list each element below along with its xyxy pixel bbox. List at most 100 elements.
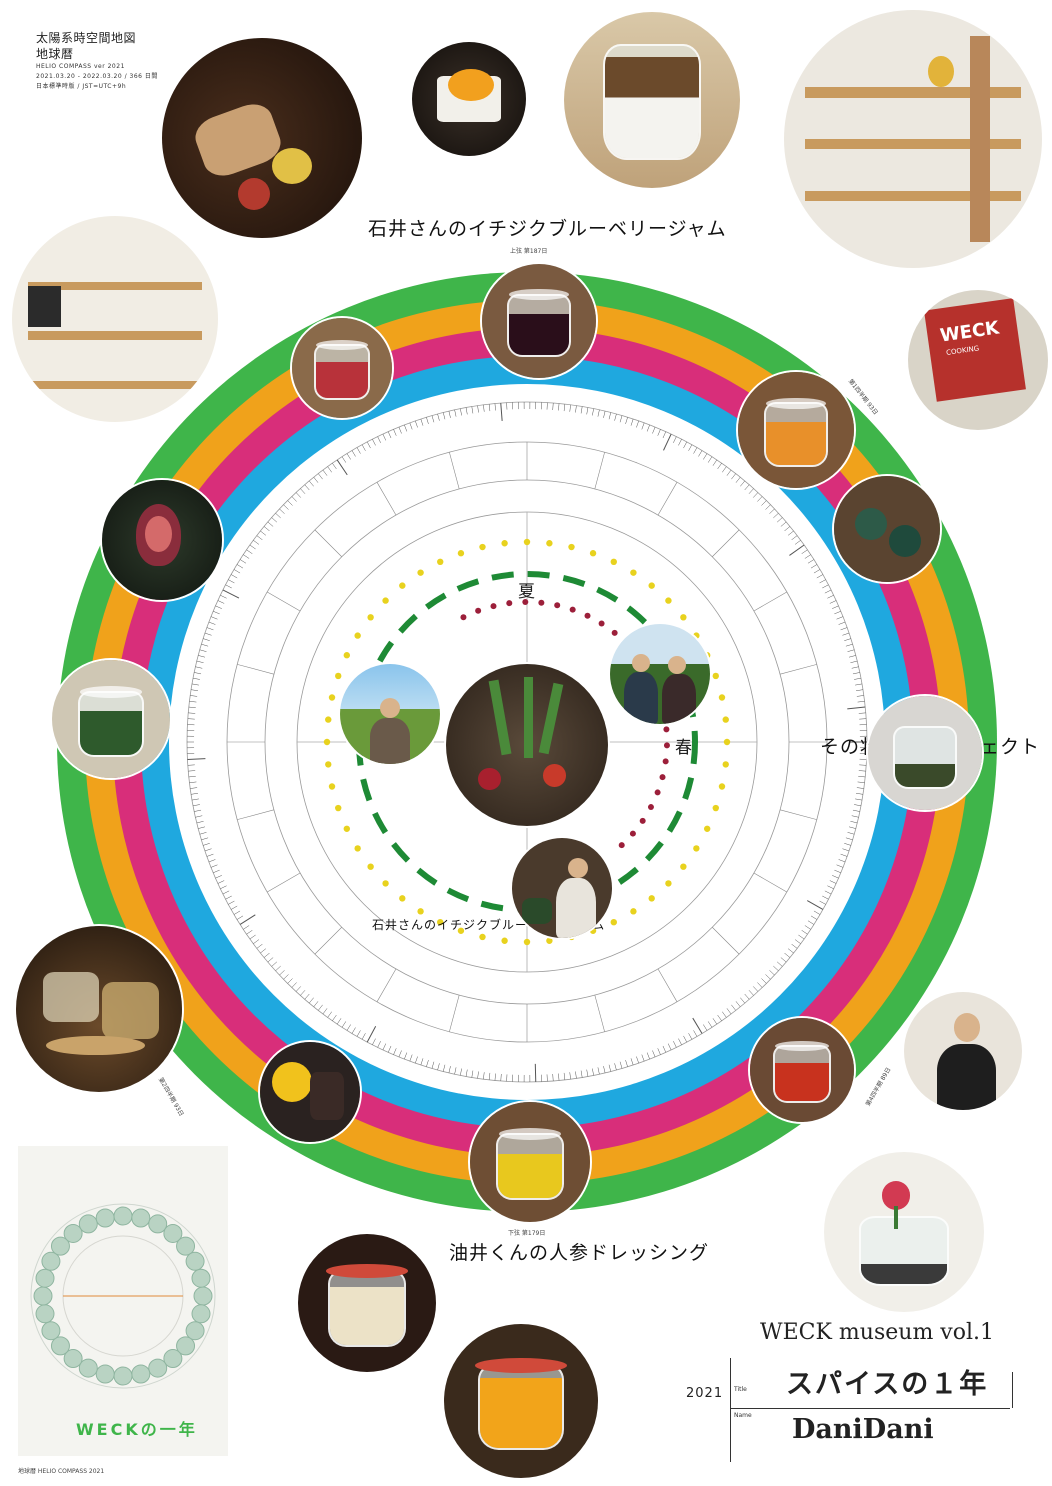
orbit-dot-yellow (367, 614, 374, 621)
orbit-dot-yellow (501, 937, 508, 944)
orbit-dot-red (475, 607, 482, 614)
thumb-jar (35, 1304, 55, 1324)
season-spring: 春 (675, 738, 692, 758)
orbit-dot-red (618, 842, 625, 849)
orbit-dot-yellow (501, 540, 508, 547)
orbit-dot-yellow (399, 895, 406, 902)
orbit-dot-yellow (648, 895, 655, 902)
thumbnail-label: WECKの一年 (76, 1420, 198, 1439)
thumb-jar (185, 1251, 205, 1271)
orbit-dot-yellow (523, 538, 531, 546)
orbit-dot-yellow (457, 550, 465, 557)
orbit-dot-yellow (589, 550, 597, 557)
orbit-dot-yellow (328, 694, 336, 701)
orbit-dot-yellow (382, 880, 389, 887)
caption-bottom: 油井くんの人参ドレッシング (449, 1242, 710, 1264)
photo-fig (100, 478, 224, 602)
ring-jar-yellow (468, 1100, 592, 1224)
photo-dessert (410, 40, 528, 158)
thumb-jar (148, 1358, 168, 1378)
title-block: WECK museum vol.1 2021 Title Name スパイスの１… (680, 1320, 1020, 1470)
orbit-dot-yellow (665, 597, 672, 604)
orbit-dot-yellow (328, 783, 336, 790)
orbit-dot-yellow (712, 672, 719, 680)
poster-title: スパイスの１年 (786, 1369, 989, 1400)
thumb-jar (33, 1286, 53, 1306)
orbit-dot-red (663, 742, 670, 749)
ring-jar-orange (736, 370, 856, 490)
photo-bread-table (160, 36, 364, 240)
orbit-dot-yellow (382, 597, 389, 604)
orbit-dot-yellow (417, 908, 424, 915)
orbit-dot-yellow (680, 614, 687, 621)
orbit-dot-yellow (718, 694, 726, 701)
orbit-dot-yellow (417, 569, 424, 576)
orbit-dot-yellow (712, 804, 719, 812)
orbit-dot-yellow (479, 543, 486, 551)
series-title: WECK museum vol.1 (760, 1320, 994, 1345)
orbit-dot-yellow (325, 716, 332, 723)
orbit-dot-red (554, 602, 561, 609)
ring-jar-top (480, 262, 598, 380)
orbit-dot-red (506, 600, 513, 607)
orbit-dot-red (659, 774, 666, 781)
caption-top-small: 上弦 第187日 (510, 248, 548, 255)
thumb-jar (95, 1208, 115, 1228)
thumb-jar (41, 1321, 61, 1341)
orbit-dot-red (538, 599, 545, 606)
ring-bowls (832, 474, 942, 584)
title-label: Title (734, 1386, 747, 1393)
orbit-dot-yellow (693, 845, 700, 852)
orbit-dot-yellow (703, 825, 711, 832)
inner-photo-person-cheer (338, 662, 442, 766)
title-divider-v2 (1012, 1372, 1013, 1408)
thumb-jar (191, 1268, 211, 1288)
inner-photo-farmers (608, 622, 712, 726)
orbit-dot-yellow (523, 938, 531, 946)
orbit-dot-yellow (343, 825, 351, 832)
photo-snack-table (14, 924, 184, 1094)
orbit-dot-red (629, 830, 636, 837)
inner-photo-cook (510, 836, 614, 940)
orbit-dot-yellow (722, 716, 729, 723)
book-cover-title: WECK (939, 317, 1001, 347)
ring-lemon-still (258, 1040, 362, 1144)
thumb-jar (113, 1206, 133, 1226)
orbit-dot-yellow (335, 804, 342, 812)
thumbnail-footer: 地球暦 HELIO COMPASS 2021 (18, 1468, 105, 1475)
photo-granola-jar (562, 10, 742, 190)
photo-herb-jar (50, 658, 172, 780)
orbit-dot-red (639, 817, 646, 824)
photo-display-shelf (10, 214, 220, 424)
thumb-jar (191, 1304, 211, 1324)
season-summer: 夏 (518, 582, 535, 602)
orbit-dot-red (647, 804, 654, 811)
inner-photo-center (444, 662, 610, 828)
orbit-dot-red (662, 758, 669, 765)
orbit-dot-yellow (665, 880, 672, 887)
orbit-dot-yellow (354, 632, 361, 639)
thumb-jar (113, 1366, 133, 1386)
ring-jar-right (866, 694, 984, 812)
book-cover-subtitle: COOKING (946, 344, 981, 357)
orbit-dot-yellow (568, 543, 575, 551)
orbit-dot-yellow (479, 933, 486, 941)
orbit-dot-yellow (648, 582, 655, 589)
orbit-dot-yellow (354, 845, 361, 852)
thumb-jar (78, 1214, 98, 1234)
orbit-dot-yellow (437, 558, 444, 566)
ring-jar-red-spice (290, 316, 394, 420)
orbit-dot-yellow (723, 738, 731, 746)
photo-weck-book: WECK COOKING (906, 288, 1050, 432)
orbit-dot-yellow (399, 582, 406, 589)
orbit-dot-yellow (680, 863, 687, 870)
orbit-dot-red (490, 603, 497, 610)
title-divider-v (730, 1358, 731, 1462)
caption-bottom-small: 下弦 第179日 (508, 1230, 546, 1237)
orbit-dot-red (569, 606, 576, 613)
orbit-dot-yellow (718, 783, 726, 790)
photo-shop-shelves (782, 8, 1044, 270)
author-name: DaniDani (792, 1414, 934, 1445)
title-divider-h (730, 1408, 1010, 1409)
photo-orange-jar (442, 1322, 600, 1480)
